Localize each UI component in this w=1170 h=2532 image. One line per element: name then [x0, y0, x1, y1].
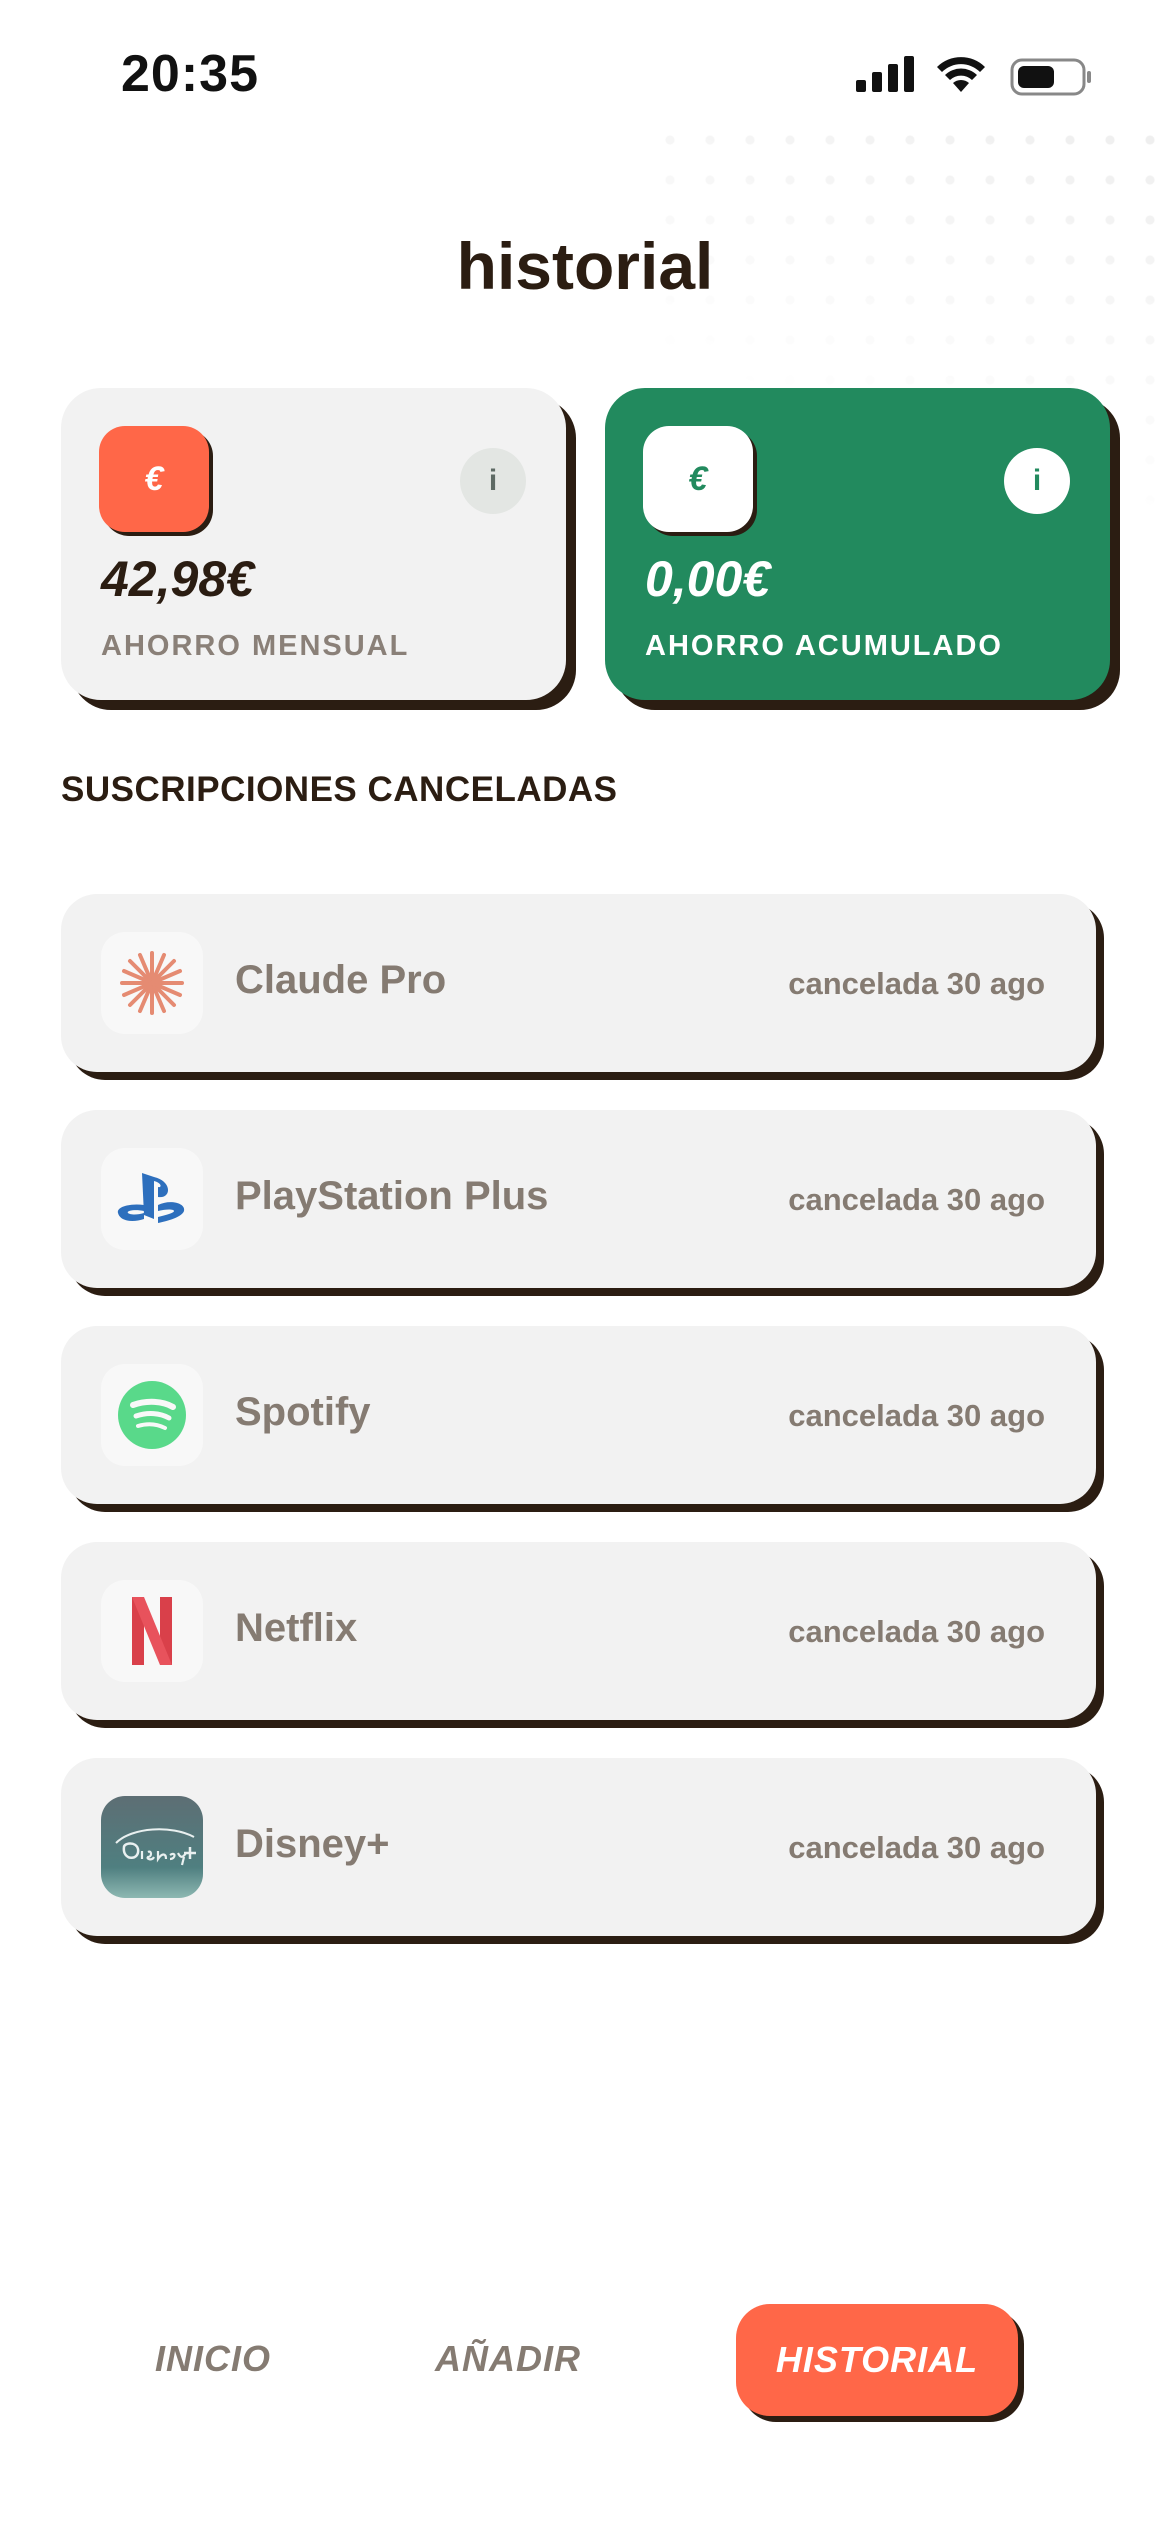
wifi-icon: [937, 57, 985, 92]
subscription-name: PlayStation Plus: [235, 1174, 549, 1218]
accumulated-savings-label: AHORRO ACUMULADO: [645, 630, 1003, 662]
euro-icon: €: [99, 426, 209, 532]
claude-logo-icon: [101, 932, 203, 1034]
cancellation-date: cancelada 30 ago: [788, 1182, 1045, 1217]
nav-anadir[interactable]: AÑADIR: [435, 2338, 581, 2380]
section-title: SUSCRIPCIONES CANCELADAS: [61, 770, 618, 809]
info-button[interactable]: i: [1004, 448, 1070, 514]
subscription-name: Netflix: [235, 1606, 358, 1650]
nav-historial[interactable]: HISTORIAL: [736, 2304, 1018, 2416]
subscription-item-spotify[interactable]: Spotify cancelada 30 ago: [61, 1326, 1096, 1504]
cancellation-date: cancelada 30 ago: [788, 966, 1045, 1001]
subscription-name: Disney+: [235, 1822, 390, 1866]
subscription-item-playstation-plus[interactable]: PlayStation Plus cancelada 30 ago: [61, 1110, 1096, 1288]
netflix-logo-icon: [101, 1580, 203, 1682]
subscription-name: Spotify: [235, 1390, 371, 1434]
status-bar: 20:35: [0, 0, 1170, 150]
bottom-navigation: INICIO AÑADIR HISTORIAL: [0, 2280, 1170, 2440]
cancellation-date: cancelada 30 ago: [788, 1614, 1045, 1649]
subscription-item-disney-plus[interactable]: Disney+ cancelada 30 ago: [61, 1758, 1096, 1936]
cellular-signal-icon: [856, 56, 914, 92]
cancellation-date: cancelada 30 ago: [788, 1398, 1045, 1433]
cancellation-date: cancelada 30 ago: [788, 1830, 1045, 1865]
subscription-name: Claude Pro: [235, 958, 447, 1002]
monthly-savings-label: AHORRO MENSUAL: [101, 630, 410, 662]
subscription-item-claude-pro[interactable]: Claude Pro cancelada 30 ago: [61, 894, 1096, 1072]
subscription-item-netflix[interactable]: Netflix cancelada 30 ago: [61, 1542, 1096, 1720]
accumulated-savings-card: € i 0,00€ AHORRO ACUMULADO: [605, 388, 1110, 700]
euro-icon: €: [643, 426, 753, 532]
info-button[interactable]: i: [460, 448, 526, 514]
battery-icon: [1010, 58, 1091, 96]
monthly-savings-amount: 42,98€: [101, 551, 254, 607]
page-title: historial: [456, 229, 714, 303]
status-time: 20:35: [121, 45, 259, 103]
disney-plus-logo-icon: [101, 1796, 203, 1898]
accumulated-savings-amount: 0,00€: [645, 551, 771, 607]
nav-inicio[interactable]: INICIO: [155, 2338, 271, 2380]
playstation-logo-icon: [101, 1148, 203, 1250]
spotify-logo-icon: [101, 1364, 203, 1466]
monthly-savings-card: € i 42,98€ AHORRO MENSUAL: [61, 388, 566, 700]
